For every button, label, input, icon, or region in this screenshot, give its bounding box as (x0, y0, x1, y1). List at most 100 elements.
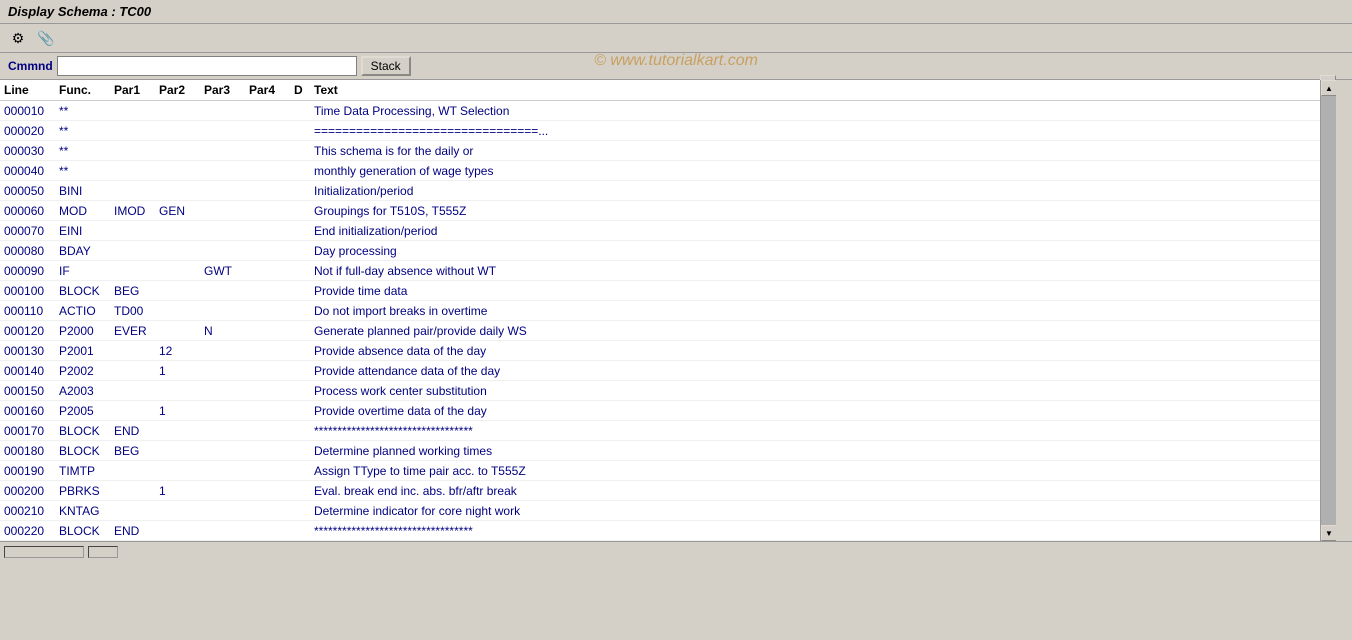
cell-d (290, 250, 310, 252)
cell-par3 (200, 370, 245, 372)
cell-func: P2002 (55, 363, 110, 379)
table-row[interactable]: 000210 KNTAG Determine indicator for cor… (0, 501, 1320, 521)
cell-line: 000170 (0, 423, 55, 439)
table-row[interactable]: 000010 ** Time Data Processing, WT Selec… (0, 101, 1320, 121)
cell-line: 000020 (0, 123, 55, 139)
table-row[interactable]: 000160 P2005 1 Provide overtime data of … (0, 401, 1320, 421)
title-bar: Display Schema : TC00 (0, 0, 1352, 24)
header-par1: Par1 (110, 82, 155, 98)
table-row[interactable]: 000120 P2000 EVER N Generate planned pai… (0, 321, 1320, 341)
cell-line: 000130 (0, 343, 55, 359)
cell-text: Not if full-day absence without WT (310, 263, 1320, 279)
cell-par3: GWT (200, 263, 245, 279)
table-row[interactable]: 000200 PBRKS 1 Eval. break end inc. abs.… (0, 481, 1320, 501)
table-row[interactable]: 000190 TIMTP Assign TType to time pair a… (0, 461, 1320, 481)
cell-par1 (110, 250, 155, 252)
cell-par1 (110, 230, 155, 232)
cell-par2 (155, 270, 200, 272)
table-row[interactable]: 000050 BINI Initialization/period (0, 181, 1320, 201)
command-input[interactable] (57, 56, 357, 76)
table-row[interactable]: 000170 BLOCK END ***********************… (0, 421, 1320, 441)
stack-button[interactable]: Stack (361, 56, 411, 76)
cell-par4 (245, 250, 290, 252)
table-row[interactable]: 000220 BLOCK END ***********************… (0, 521, 1320, 541)
scroll-up-btn[interactable]: ▲ (1321, 80, 1336, 96)
cell-func: BLOCK (55, 423, 110, 439)
table-row[interactable]: 000180 BLOCK BEG Determine planned worki… (0, 441, 1320, 461)
table-row[interactable]: 000100 BLOCK BEG Provide time data (0, 281, 1320, 301)
header-func: Func. (55, 82, 110, 98)
cell-par2: GEN (155, 203, 200, 219)
table-row[interactable]: 000150 A2003 Process work center substit… (0, 381, 1320, 401)
command-label: Cmmnd (8, 59, 53, 73)
cell-d (290, 470, 310, 472)
cell-par2 (155, 150, 200, 152)
table-row[interactable]: 000140 P2002 1 Provide attendance data o… (0, 361, 1320, 381)
cell-line: 000180 (0, 443, 55, 459)
cell-par4 (245, 150, 290, 152)
table-row[interactable]: 000020 ** ==============================… (0, 121, 1320, 141)
cell-line: 000150 (0, 383, 55, 399)
toolbar: ⚙ 📎 © www.tutorialkart.com (0, 24, 1352, 53)
cell-func: BLOCK (55, 283, 110, 299)
scroll-down-btn[interactable]: ▼ (1321, 525, 1336, 541)
cell-par1 (110, 510, 155, 512)
cell-par3 (200, 230, 245, 232)
cell-par2 (155, 130, 200, 132)
cell-par3 (200, 210, 245, 212)
settings-icon[interactable]: ⚙ (8, 28, 28, 48)
table-row[interactable]: 000070 EINI End initialization/period (0, 221, 1320, 241)
cell-func: TIMTP (55, 463, 110, 479)
cell-func: MOD (55, 203, 110, 219)
cell-func: BLOCK (55, 443, 110, 459)
cell-par4 (245, 190, 290, 192)
cell-par3 (200, 390, 245, 392)
cell-text: Process work center substitution (310, 383, 1320, 399)
cell-par2 (155, 170, 200, 172)
cell-func: KNTAG (55, 503, 110, 519)
cell-line: 000210 (0, 503, 55, 519)
cell-par2 (155, 250, 200, 252)
cell-par4 (245, 490, 290, 492)
cell-func: P2000 (55, 323, 110, 339)
attach-icon[interactable]: 📎 (36, 28, 56, 48)
cell-par3 (200, 310, 245, 312)
cell-text: This schema is for the daily or (310, 143, 1320, 159)
cell-par1: BEG (110, 283, 155, 299)
cell-d (290, 330, 310, 332)
cell-par1 (110, 490, 155, 492)
cell-text: Initialization/period (310, 183, 1320, 199)
table-row[interactable]: 000080 BDAY Day processing (0, 241, 1320, 261)
cell-text: Eval. break end inc. abs. bfr/aftr break (310, 483, 1320, 499)
cell-par2 (155, 310, 200, 312)
cell-par1 (110, 390, 155, 392)
cell-text: Determine indicator for core night work (310, 503, 1320, 519)
cell-text: Do not import breaks in overtime (310, 303, 1320, 319)
cell-par1 (110, 190, 155, 192)
table-row[interactable]: 000060 MOD IMOD GEN Groupings for T510S,… (0, 201, 1320, 221)
table-row[interactable]: 000110 ACTIO TD00 Do not import breaks i… (0, 301, 1320, 321)
cell-d (290, 270, 310, 272)
cell-par1 (110, 150, 155, 152)
cell-func: IF (55, 263, 110, 279)
cell-par1: EVER (110, 323, 155, 339)
cell-par1 (110, 370, 155, 372)
table-row[interactable]: 000040 ** monthly generation of wage typ… (0, 161, 1320, 181)
cell-par4 (245, 210, 290, 212)
cell-par4 (245, 530, 290, 532)
table-row[interactable]: 000130 P2001 12 Provide absence data of … (0, 341, 1320, 361)
cell-par3 (200, 510, 245, 512)
table-row[interactable]: 000090 IF GWT Not if full-day absence wi… (0, 261, 1320, 281)
cell-par4 (245, 170, 290, 172)
cell-par4 (245, 270, 290, 272)
cell-par3 (200, 430, 245, 432)
cell-line: 000060 (0, 203, 55, 219)
cell-par3 (200, 190, 245, 192)
table-header: Line Func. Par1 Par2 Par3 Par4 D Text (0, 80, 1320, 101)
cell-par3 (200, 470, 245, 472)
cell-par1: IMOD (110, 203, 155, 219)
header-par3: Par3 (200, 82, 245, 98)
table-body: 000010 ** Time Data Processing, WT Selec… (0, 101, 1320, 541)
table-row[interactable]: 000030 ** This schema is for the daily o… (0, 141, 1320, 161)
command-bar: Cmmnd Stack ▲ ▼ (0, 53, 1352, 80)
